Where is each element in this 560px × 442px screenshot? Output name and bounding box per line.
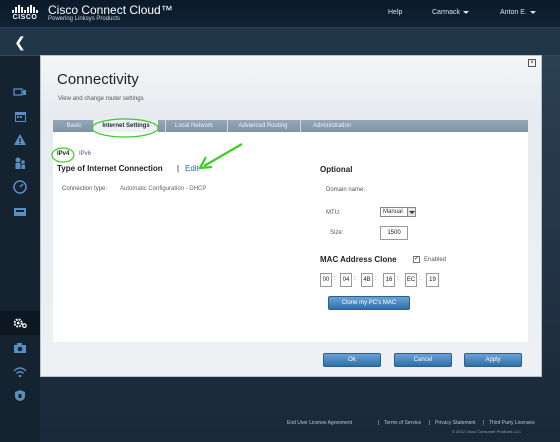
- optional-heading: Optional: [320, 165, 353, 174]
- subtab-ipv4[interactable]: IPv4: [57, 151, 69, 157]
- mac-separator: :: [354, 276, 356, 282]
- mac-separator: :: [419, 276, 421, 282]
- left-rail: [0, 56, 40, 442]
- back-button[interactable]: ❮: [0, 28, 40, 56]
- footer-separator: |: [378, 420, 380, 426]
- footer-link-privacy[interactable]: Privacy Statement: [435, 420, 476, 426]
- help-link[interactable]: Help: [388, 9, 402, 16]
- mac-separator: :: [397, 276, 399, 282]
- mtu-label: MTU:: [326, 210, 341, 216]
- mac-clone-checkbox[interactable]: ✓: [413, 256, 420, 263]
- heading-separator: |: [177, 164, 180, 173]
- close-icon[interactable]: ×: [528, 59, 536, 67]
- apply-button[interactable]: Apply: [464, 353, 522, 367]
- footer-link-terms[interactable]: Terms of Service: [384, 420, 421, 426]
- security-shield-icon[interactable]: [12, 387, 28, 403]
- router-menu[interactable]: Carmack: [432, 9, 470, 16]
- connection-type-value: Automatic Configuration - DHCP: [120, 186, 207, 192]
- clone-mac-button[interactable]: Clone my PC's MAC: [328, 296, 410, 310]
- mac-octet-input[interactable]: 04: [340, 273, 352, 287]
- page-title: Connectivity: [57, 71, 139, 88]
- page-subtitle: View and change router settings: [58, 96, 144, 102]
- mac-separator: :: [375, 276, 377, 282]
- domain-name-label: Domain name:: [326, 187, 366, 193]
- footer-link-eula[interactable]: End User License Agreement: [287, 420, 352, 426]
- wireless-icon[interactable]: [12, 364, 28, 380]
- mtu-size-input[interactable]: 1500: [380, 226, 408, 240]
- parental-controls-icon[interactable]: [12, 155, 28, 171]
- tab-internet-settings[interactable]: Internet Settings: [94, 120, 158, 132]
- ok-button[interactable]: Ok: [323, 353, 381, 367]
- mtu-select[interactable]: Manual: [380, 207, 416, 217]
- chevron-down-icon: [529, 10, 536, 14]
- mac-octet-input[interactable]: EC: [405, 273, 417, 287]
- subtab-ipv6[interactable]: IPv6: [79, 151, 91, 157]
- mac-clone-heading: MAC Address Clone: [320, 255, 397, 264]
- warning-icon[interactable]: [12, 131, 28, 147]
- chevron-down-icon: [463, 10, 470, 14]
- nav-row: [0, 28, 560, 56]
- tab-advanced-routing[interactable]: Advanced Routing: [228, 120, 298, 132]
- user-menu[interactable]: Anton E.: [500, 9, 536, 16]
- app-title: Cisco Connect Cloud™: [48, 3, 173, 17]
- mac-separator: :: [334, 276, 336, 282]
- copyright: © 2012 Cisco Consumer Products LLC: [452, 429, 521, 434]
- footer-separator: |: [483, 420, 485, 426]
- mac-octet-input[interactable]: 00: [320, 273, 332, 287]
- cancel-button[interactable]: Cancel: [394, 353, 452, 367]
- chevron-down-icon: [407, 208, 415, 216]
- mac-clone-enabled-label: Enabled: [424, 257, 447, 263]
- footer-link-third-party[interactable]: Third Party Licenses: [489, 420, 535, 426]
- tab-basic[interactable]: Basic: [57, 120, 91, 132]
- cisco-logo: CISCO: [8, 5, 42, 25]
- mac-octet-input[interactable]: 19: [426, 273, 439, 287]
- storage-icon[interactable]: [12, 204, 28, 220]
- speed-test-icon[interactable]: [12, 179, 28, 195]
- top-bar: CISCO Cisco Connect Cloud™ Powering Link…: [0, 0, 560, 28]
- connection-type-label: Connection type:: [62, 186, 108, 192]
- mac-octet-input[interactable]: 16: [383, 273, 395, 287]
- edit-link[interactable]: Edit: [185, 164, 199, 173]
- app-subtitle: Powering Linksys Products: [48, 16, 121, 22]
- size-label: Size:: [330, 230, 344, 236]
- connection-type-heading: Type of Internet Connection: [57, 164, 163, 173]
- footer-separator: |: [429, 420, 431, 426]
- mac-octet-input[interactable]: 4B: [361, 273, 373, 287]
- connectivity-gear-icon[interactable]: [12, 315, 28, 331]
- calendar-icon[interactable]: [12, 108, 28, 124]
- tab-administration[interactable]: Administration: [301, 120, 363, 132]
- devices-icon[interactable]: [12, 84, 28, 100]
- camera-icon[interactable]: [12, 340, 28, 356]
- tab-local-network[interactable]: Local Network: [166, 120, 222, 132]
